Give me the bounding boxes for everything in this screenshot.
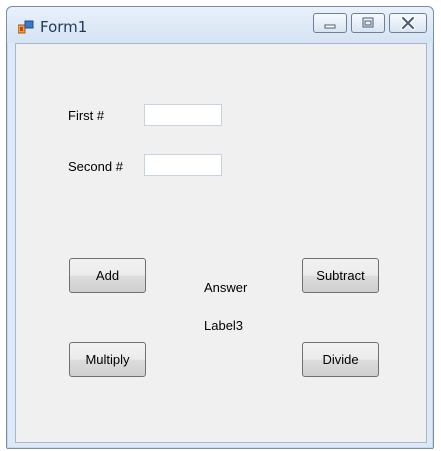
close-button[interactable] [389, 13, 427, 33]
close-icon [401, 16, 415, 30]
result-label: Label3 [204, 318, 244, 333]
title-bar[interactable]: Form1 [7, 7, 433, 43]
caption-buttons [309, 13, 427, 35]
first-number-input[interactable] [144, 104, 222, 126]
add-button[interactable]: Add [69, 258, 146, 293]
first-number-label: First # [68, 108, 105, 123]
form-client-area: First # Second # Add Subtract Answer Lab… [15, 43, 427, 443]
second-number-label: Second # [68, 159, 123, 174]
maximize-button[interactable] [351, 13, 385, 33]
minimize-icon [324, 24, 336, 29]
form-icon [17, 20, 34, 34]
second-number-input[interactable] [144, 154, 222, 176]
divide-button[interactable]: Divide [302, 342, 379, 377]
answer-label: Answer [204, 280, 248, 295]
minimize-button[interactable] [313, 13, 347, 33]
maximize-icon [362, 17, 374, 28]
subtract-button[interactable]: Subtract [302, 258, 379, 293]
app-window: Form1 First # Second # Add Subtract Answ… [6, 6, 434, 449]
window-title: Form1 [40, 18, 88, 36]
multiply-button[interactable]: Multiply [69, 342, 146, 377]
